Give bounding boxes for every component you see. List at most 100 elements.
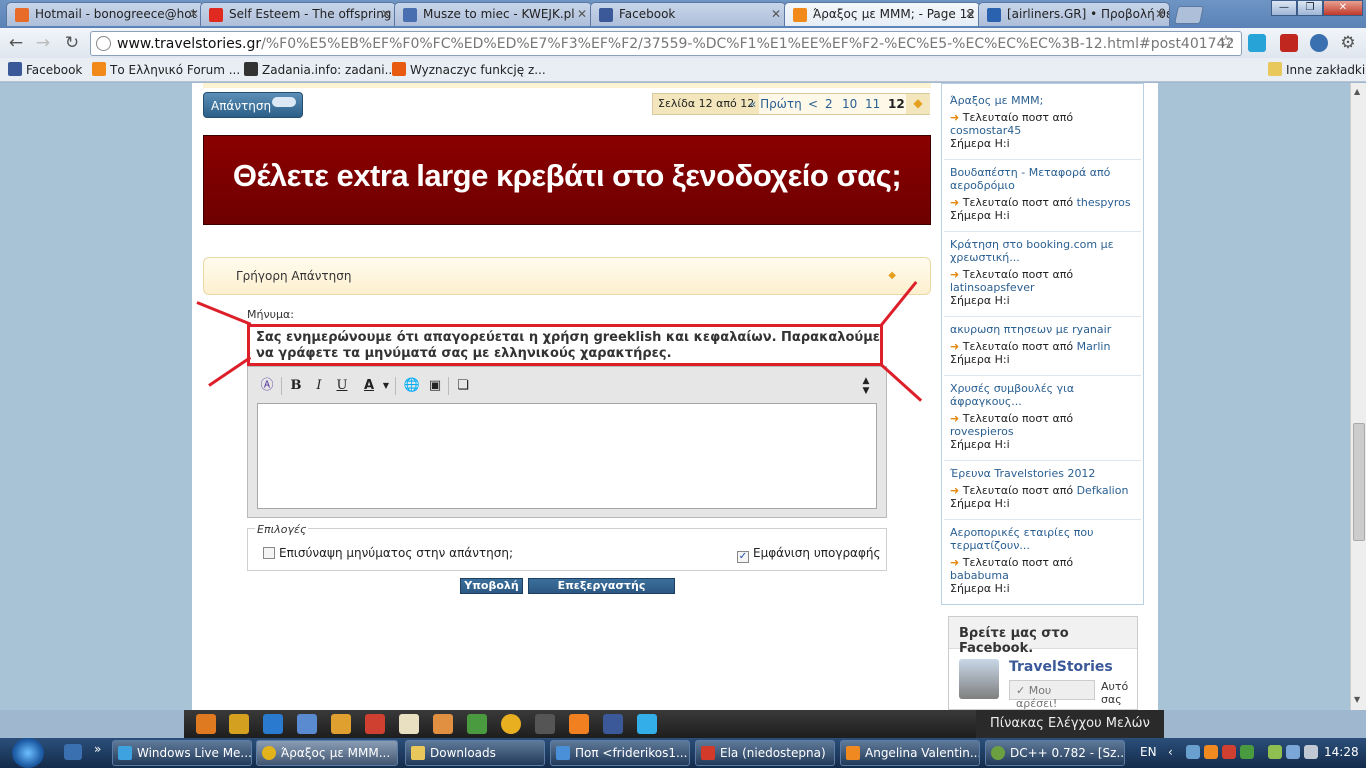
back-icon[interactable]: ←	[6, 34, 26, 54]
other-bookmarks-folder[interactable]: Inne zakładki	[1268, 62, 1365, 77]
skype-extension-icon[interactable]	[1248, 34, 1266, 52]
show-desktop-icon[interactable]	[64, 744, 82, 760]
insert-quote-icon[interactable]: ❏	[453, 376, 473, 396]
travelstories-logo[interactable]	[959, 659, 999, 699]
thread-user[interactable]: rovespieros	[950, 425, 1014, 438]
message-textarea[interactable]	[257, 403, 877, 509]
page-link-10[interactable]: 10	[842, 97, 857, 111]
edit-text-button[interactable]: Επεξεργαστής Κειμένου	[528, 578, 675, 606]
close-tab-icon[interactable]: ✕	[577, 7, 587, 21]
thread-user[interactable]: bababuma	[950, 569, 1009, 582]
page-jump-icon[interactable]: ◆	[906, 94, 930, 114]
close-tab-icon[interactable]: ✕	[381, 7, 391, 21]
address-bar[interactable]: www.travelstories.gr/%F0%E5%EB%EF%F0%FC%…	[90, 31, 1242, 56]
volume-icon[interactable]	[1304, 745, 1318, 759]
prev-page-link[interactable]: <	[808, 97, 818, 111]
wrench-menu-icon[interactable]: ⚙	[1338, 34, 1358, 54]
vertical-scrollbar[interactable]: ▲ ▼	[1350, 83, 1366, 710]
page-link-2[interactable]: 2	[825, 97, 833, 111]
adobe-extension-icon[interactable]	[1280, 34, 1298, 52]
signature-checkbox[interactable]: ✓	[737, 551, 749, 563]
thread-title[interactable]: Αεροπορικές εταιρίες που τερματίζουν...	[950, 526, 1140, 552]
scroll-down-icon[interactable]: ▼	[1354, 695, 1360, 704]
facebook-icon[interactable]	[603, 714, 623, 734]
thread-title[interactable]: Κράτηση στο booking.com με χρεωστική...	[950, 238, 1140, 264]
medal-icon[interactable]	[501, 714, 521, 734]
bookmark-greek-forum[interactable]: Το Ελληνικό Forum ...	[92, 62, 240, 77]
bluetooth-icon[interactable]	[1186, 745, 1200, 759]
member-control-panel[interactable]: Πίνακας Ελέγχου Μελών	[976, 710, 1164, 738]
tab-airliners[interactable]: [airliners.GR] • Προβολή θέ ✕	[978, 2, 1170, 26]
bookmark-facebook[interactable]: Facebook	[8, 62, 82, 77]
tab-hotmail[interactable]: Hotmail - bonogreece@hot ✕	[6, 2, 204, 26]
taskbar-item[interactable]: DC++ 0.782 - [Sz...	[985, 740, 1125, 766]
key-icon[interactable]	[229, 714, 249, 734]
taskbar-item[interactable]: Άραξος με MMM...	[256, 740, 398, 766]
like-button[interactable]: ✓ Μου αρέσει!	[1009, 680, 1095, 710]
thread-title[interactable]: Άραξος με MMM;	[950, 94, 1140, 107]
signal-icon[interactable]	[1286, 745, 1300, 759]
underline-button[interactable]: U	[332, 376, 352, 396]
thread-title[interactable]: ακυρωση πτησεων με ryanair	[950, 323, 1140, 336]
bold-button[interactable]: B	[286, 376, 306, 396]
twitter-icon[interactable]	[637, 714, 657, 734]
submit-button[interactable]: Υποβολή	[460, 578, 523, 594]
tab-travelstories[interactable]: Άραξος με MMM; - Page 12 ✕	[784, 2, 980, 26]
close-window-button[interactable]: ✕	[1323, 0, 1363, 16]
network-icon[interactable]	[1240, 745, 1254, 759]
tab-facebook[interactable]: Facebook ✕	[590, 2, 786, 26]
page-link-11[interactable]: 11	[865, 97, 880, 111]
insert-link-icon[interactable]: 🌐	[402, 376, 422, 396]
signature-option[interactable]: ✓ Εμφάνιση υπογραφής	[737, 546, 881, 563]
facebook-page-name[interactable]: TravelStories	[1009, 659, 1113, 675]
info-icon[interactable]	[263, 714, 283, 734]
thread-user[interactable]: thespyros	[1077, 196, 1131, 209]
taskbar-item[interactable]: Ποπ <friderikos1...	[550, 740, 690, 766]
scrollbar-thumb[interactable]	[1353, 423, 1365, 541]
rss-icon[interactable]	[569, 714, 589, 734]
reload-icon[interactable]: ↻	[62, 34, 82, 54]
resize-editor-icon[interactable]: ▲ ▼	[856, 376, 876, 396]
vlc-tray-icon[interactable]	[1204, 745, 1218, 759]
tray-expand-icon[interactable]: ‹	[1168, 745, 1173, 759]
bookmark-star-icon[interactable]: ☆	[1216, 33, 1236, 53]
tab-kwejk[interactable]: Musze to miec - KWEJK.pl ✕	[394, 2, 592, 26]
tray-app-icon[interactable]	[1222, 745, 1236, 759]
group-icon[interactable]	[433, 714, 453, 734]
thread-title[interactable]: Χρυσές συμβουλές για άφραγκους...	[950, 382, 1140, 408]
ad-banner[interactable]: Θέλετε extra large κρεβάτι στο ξενοδοχεί…	[203, 135, 931, 225]
close-tab-icon[interactable]: ✕	[965, 7, 975, 21]
clock[interactable]: 14:28	[1324, 745, 1359, 759]
remove-format-icon[interactable]: Ⓐ	[257, 376, 277, 396]
battery-icon[interactable]	[1268, 745, 1282, 759]
close-tab-icon[interactable]: ✕	[189, 7, 199, 21]
extension-icon[interactable]	[1310, 34, 1328, 52]
forward-icon[interactable]: →	[33, 34, 53, 54]
joystick-icon[interactable]	[535, 714, 555, 734]
start-button[interactable]	[12, 738, 44, 768]
minimize-button[interactable]: —	[1271, 0, 1297, 16]
italic-button[interactable]: I	[309, 376, 329, 396]
home-icon[interactable]	[196, 714, 216, 734]
close-tab-icon[interactable]: ✕	[1155, 7, 1165, 21]
calendar-icon[interactable]	[365, 714, 385, 734]
tab-youtube[interactable]: Self Esteem - The offspring ✕	[200, 2, 396, 26]
scroll-up-icon[interactable]: ▲	[1354, 87, 1360, 96]
quote-option[interactable]: Επισύναψη μηνύματος στην απάντηση;	[263, 546, 513, 560]
bookmark-wyznaczyc[interactable]: Wyznaczyc funkcję z...	[392, 62, 546, 77]
taskbar-item[interactable]: Angelina Valentin...	[840, 740, 980, 766]
quote-checkbox[interactable]	[263, 547, 275, 559]
messages-icon[interactable]	[399, 714, 419, 734]
chevron-down-icon[interactable]: ▼	[376, 376, 396, 396]
users-icon[interactable]	[331, 714, 351, 734]
maximize-button[interactable]: ❐	[1297, 0, 1323, 16]
thread-title[interactable]: Έρευνα Travelstories 2012	[950, 467, 1140, 480]
new-tab-button[interactable]	[1174, 6, 1204, 24]
book-icon[interactable]	[297, 714, 317, 734]
first-page-link[interactable]: « Πρώτη	[749, 97, 802, 111]
quicklaunch-more-icon[interactable]: »	[94, 742, 101, 756]
thread-title[interactable]: Βουδαπέστη - Μεταφορά από αεροδρόμιο	[950, 166, 1140, 192]
insert-image-icon[interactable]: ▣	[425, 376, 445, 396]
taskbar-item[interactable]: Windows Live Me...	[112, 740, 252, 766]
stats-icon[interactable]	[467, 714, 487, 734]
